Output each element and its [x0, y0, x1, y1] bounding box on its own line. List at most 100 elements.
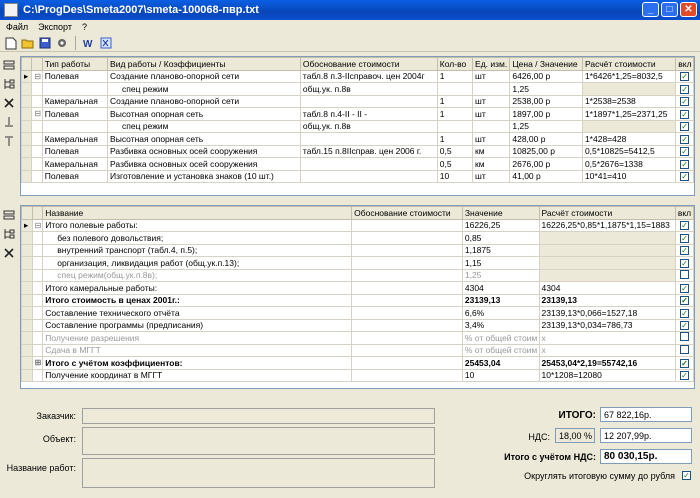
enabled-checkbox[interactable]: ✓ [680, 147, 690, 157]
cell-calc[interactable]: 10*41=410 [581, 169, 677, 183]
cell-work[interactable]: Создание планово-опорной сети [107, 94, 301, 108]
cell-price[interactable]: 2676,00 р [509, 157, 583, 171]
enabled-checkbox[interactable] [679, 269, 689, 279]
cell-name[interactable]: внутренний транспорт (табл.4, п.5); [42, 243, 353, 257]
cell-enabled[interactable] [674, 331, 694, 345]
save-icon[interactable] [38, 36, 52, 50]
open-folder-icon[interactable] [21, 36, 35, 50]
table-row[interactable]: Полевая Изготовление и установка знаков (… [21, 169, 694, 183]
cell-work[interactable]: Высотная опорная сеть [107, 107, 301, 121]
delete-icon[interactable] [2, 96, 16, 110]
cell-value[interactable]: 16226,25 [461, 218, 540, 232]
cell-qty[interactable]: 10 [436, 169, 474, 183]
cell-calc[interactable]: 1*6426*1,25=8032,5 [581, 69, 677, 83]
maximize-button[interactable]: □ [661, 2, 678, 17]
cell-value[interactable]: 3,4% [461, 318, 540, 332]
cell-value[interactable]: 25453,04 [461, 356, 540, 370]
cell-basis[interactable] [351, 231, 463, 245]
cell-name[interactable]: Итого полевые работы: [42, 218, 353, 232]
cell-enabled[interactable]: ✓ [675, 119, 694, 133]
cell-calc[interactable]: 1*1897*1,25=2371,25 [581, 107, 677, 121]
new-file-icon[interactable] [4, 36, 18, 50]
cell-unit[interactable] [472, 82, 511, 96]
cell-calc[interactable]: x [538, 343, 676, 357]
cell-value[interactable]: 1,1875 [461, 243, 540, 257]
cell-name[interactable]: Составление программы (предписания) [42, 318, 353, 332]
enabled-checkbox[interactable]: ✓ [679, 371, 689, 381]
cell-unit[interactable]: шт [472, 69, 511, 83]
tree-add-icon[interactable] [2, 227, 16, 241]
row-indicator[interactable] [21, 281, 33, 295]
table-row[interactable]: без полевого довольствия; 0,85 ✓ [21, 231, 694, 245]
cell-type[interactable]: Камеральная [41, 94, 109, 108]
row-indicator[interactable] [21, 107, 33, 121]
cell-basis[interactable] [299, 157, 438, 171]
table-row[interactable]: Итого камеральные работы: 4304 4304 ✓ [21, 281, 694, 295]
cell-work[interactable]: спец режим [107, 82, 301, 96]
cell-calc[interactable] [581, 82, 677, 96]
cell-type[interactable]: Полевая [41, 169, 109, 183]
move-down-icon[interactable] [2, 134, 16, 148]
cell-basis[interactable] [351, 343, 463, 357]
cell-calc[interactable]: 25453,04*2,19=55742,16 [538, 356, 676, 370]
cell-value[interactable]: 0,85 [461, 231, 540, 245]
table-row[interactable]: Камеральная Создание планово-опорной сети… [21, 94, 694, 108]
cell-type[interactable]: Полевая [41, 144, 109, 158]
table-row[interactable]: организация, ликвидация работ (общ.ук.п.… [21, 256, 694, 270]
cell-value[interactable]: 1,25 [461, 268, 540, 282]
row-indicator[interactable]: ⊟ [31, 218, 44, 232]
col-basis[interactable]: Обоснование стоимости [299, 57, 438, 71]
menu-export[interactable]: Экспорт [38, 22, 72, 32]
row-indicator[interactable] [31, 268, 44, 282]
cell-calc[interactable]: 4304 [538, 281, 676, 295]
cell-type[interactable] [41, 82, 109, 96]
cell-basis[interactable]: табл.15 п.8IIсправ. цен 2006 г. [299, 144, 438, 158]
table-row[interactable]: Получение координат в МГГТ 10 10*1208=1208… [21, 368, 694, 382]
cell-unit[interactable]: шт [472, 132, 511, 146]
enabled-checkbox[interactable]: ✓ [680, 159, 690, 169]
table-row[interactable]: Камеральная Разбивка основных осей сооруж… [21, 157, 694, 171]
row-indicator[interactable] [31, 94, 43, 108]
table-row[interactable]: спец режим общ.ук. п.8в 1,25 ✓ [21, 119, 694, 133]
table-row[interactable]: ⊟ Полевая Высотная опорная сеть табл.8 п.4-… [21, 107, 694, 121]
cell-enabled[interactable]: ✓ [675, 144, 694, 158]
cell-calc[interactable]: 1*2538=2538 [581, 94, 677, 108]
cell-enabled[interactable]: ✓ [675, 82, 694, 96]
table-row[interactable]: Сдача в МГГТ % от общей стоим x [21, 343, 694, 357]
cell-name[interactable]: Получение разрешения [42, 331, 353, 345]
row-indicator[interactable] [31, 293, 44, 307]
table-row[interactable]: ▸ ⊟ Итого полевые работы: 16226,25 16226,25*… [21, 218, 694, 232]
enabled-checkbox[interactable]: ✓ [680, 172, 690, 182]
cell-name[interactable]: спец режим(общ.ук.п.8в); [42, 268, 353, 282]
row-indicator[interactable] [21, 306, 33, 320]
menu-file[interactable]: Файл [6, 22, 28, 32]
cell-enabled[interactable]: ✓ [674, 231, 694, 245]
cell-basis[interactable] [351, 331, 463, 345]
cell-type[interactable]: Камеральная [41, 132, 109, 146]
row-indicator[interactable] [31, 231, 44, 245]
tree-add-icon[interactable] [2, 77, 16, 91]
cell-price[interactable]: 6426,00 р [509, 69, 583, 83]
object-field[interactable] [82, 427, 435, 455]
cell-basis[interactable] [351, 256, 463, 270]
cell-basis[interactable] [351, 356, 463, 370]
cell-type[interactable]: Полевая [41, 69, 109, 83]
enabled-checkbox[interactable]: ✓ [679, 258, 689, 268]
cell-basis[interactable] [351, 318, 463, 332]
cell-enabled[interactable]: ✓ [674, 368, 694, 382]
cell-name[interactable]: Итого камеральные работы: [42, 281, 353, 295]
cell-calc[interactable]: 1*428=428 [581, 132, 677, 146]
col-value[interactable]: Значение [461, 206, 540, 220]
cell-calc[interactable] [538, 256, 676, 270]
cell-enabled[interactable]: ✓ [675, 69, 694, 83]
enabled-checkbox[interactable]: ✓ [679, 358, 689, 368]
cell-price[interactable]: 1,25 [509, 82, 583, 96]
row-indicator[interactable]: ⊞ [31, 356, 44, 370]
cell-enabled[interactable]: ✓ [674, 256, 694, 270]
cell-qty[interactable] [436, 119, 474, 133]
splitter[interactable] [0, 196, 700, 200]
row-indicator[interactable] [21, 82, 33, 96]
enabled-checkbox[interactable]: ✓ [679, 308, 689, 318]
cell-enabled[interactable]: ✓ [675, 169, 694, 183]
cell-enabled[interactable]: ✓ [675, 94, 694, 108]
